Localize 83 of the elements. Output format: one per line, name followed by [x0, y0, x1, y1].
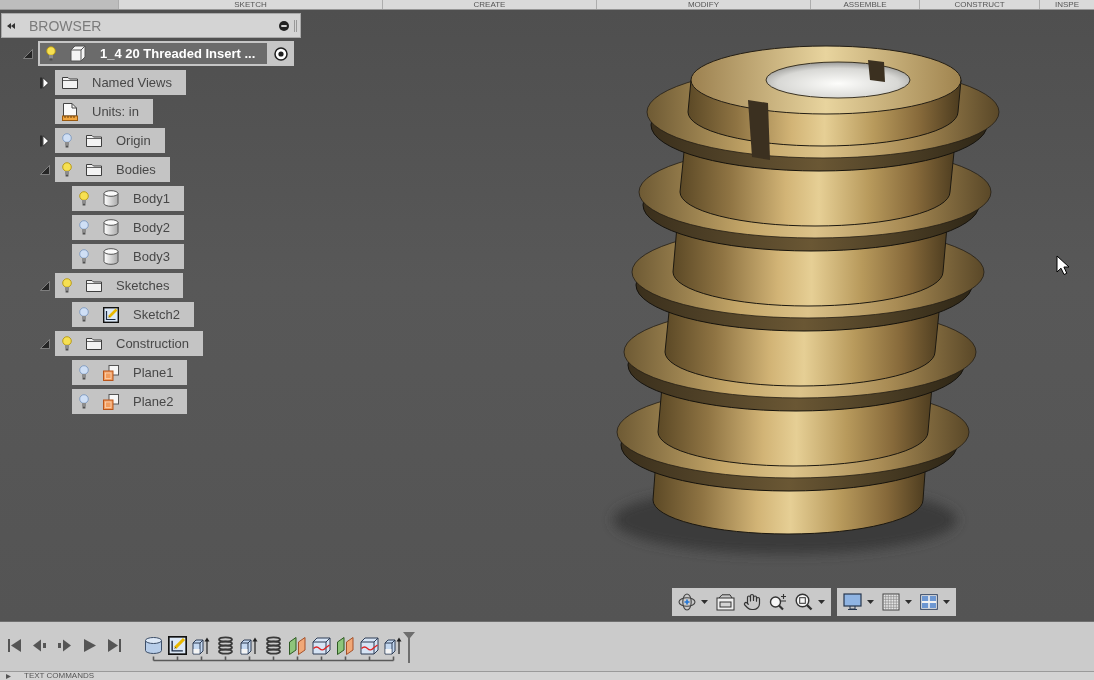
timeline-marker[interactable]	[403, 632, 415, 663]
lightbulb-icon[interactable]	[79, 307, 89, 322]
menu-tab[interactable]: MODIFY	[596, 0, 810, 9]
radio-icon[interactable]	[274, 46, 289, 61]
caret-icon[interactable]	[905, 600, 912, 604]
double-triangle-icon[interactable]	[7, 22, 15, 29]
tree-item[interactable]: Bodies	[55, 157, 170, 182]
box-arrow-icon[interactable]	[384, 636, 403, 655]
monitor-icon[interactable]	[843, 593, 862, 611]
split-panels-icon[interactable]	[288, 636, 307, 655]
menu-tab[interactable]: SKETCH	[118, 0, 382, 9]
split-panels-icon[interactable]	[336, 636, 355, 655]
wave-box-icon[interactable]	[360, 636, 379, 655]
grip-icon[interactable]	[294, 19, 297, 32]
tree-item[interactable]: Body2	[72, 215, 184, 240]
lightbulb-icon[interactable]	[79, 394, 89, 409]
folder-icon	[62, 76, 78, 89]
lightbulb-icon[interactable]	[79, 220, 89, 235]
zoom-fit-icon[interactable]	[795, 593, 813, 611]
play-icon[interactable]	[83, 639, 96, 652]
folder-icon	[86, 337, 102, 350]
lightbulb-icon[interactable]	[62, 162, 72, 177]
grid-icon[interactable]	[882, 593, 900, 611]
box-arrow-icon[interactable]	[192, 636, 211, 655]
tray-icon[interactable]	[716, 593, 735, 611]
box-arrow-icon[interactable]	[240, 636, 259, 655]
tree-item[interactable]: Sketch2	[72, 302, 194, 327]
browser-title: BROWSER	[29, 17, 102, 34]
tree-item[interactable]: Sketches	[55, 273, 184, 298]
caret-icon[interactable]	[701, 600, 708, 604]
spring-icon[interactable]	[216, 636, 235, 655]
cylinder-icon	[103, 248, 119, 265]
lightbulb-icon[interactable]	[79, 365, 89, 380]
expand-arrow-icon[interactable]	[40, 76, 49, 89]
pencil-icon[interactable]	[168, 636, 187, 655]
tree-item[interactable]: 1_4 20 Threaded Insert ...	[40, 43, 268, 64]
skip-forward-icon[interactable]	[108, 639, 121, 652]
orbit-icon[interactable]	[678, 593, 696, 611]
step-back-icon[interactable]	[33, 639, 46, 652]
overlapping-squares-icon	[103, 364, 119, 381]
menu-tab[interactable]: CONSTRUCT	[919, 0, 1039, 9]
ruler-document-icon	[62, 102, 78, 121]
tree-item[interactable]: Origin	[55, 128, 165, 153]
tree-item[interactable]: Plane2	[72, 389, 188, 414]
tree-item[interactable]: Named Views	[55, 70, 186, 95]
tree-item[interactable]: Units: in	[55, 99, 153, 124]
cylinder-icon[interactable]	[144, 636, 163, 655]
menu-tab[interactable]: ASSEMBLE	[810, 0, 919, 9]
cylinder-icon	[103, 219, 119, 236]
lightbulb-icon[interactable]	[62, 336, 72, 351]
caret-icon[interactable]	[867, 600, 874, 604]
lightbulb-icon[interactable]	[79, 249, 89, 264]
spring-icon[interactable]	[264, 636, 283, 655]
tree-item[interactable]: Plane1	[72, 360, 188, 385]
caret-icon[interactable]	[818, 600, 825, 604]
cursor-icon	[1056, 255, 1070, 276]
skip-back-icon[interactable]	[8, 639, 21, 652]
four-panes-icon[interactable]	[920, 594, 938, 610]
folder-icon	[86, 134, 102, 147]
tree-item[interactable]: Construction	[55, 331, 203, 356]
tree-item[interactable]: Body1	[72, 186, 184, 211]
cylinder-icon	[103, 190, 119, 207]
menu-tab[interactable]: CREATE	[382, 0, 596, 9]
folder-icon	[86, 279, 102, 292]
cube-icon	[70, 45, 86, 62]
triangle-icon[interactable]	[6, 673, 11, 679]
wave-box-icon[interactable]	[312, 636, 331, 655]
tree-item[interactable]: Body3	[72, 244, 184, 269]
command-label: TEXT COMMANDS	[24, 672, 95, 680]
caret-icon[interactable]	[943, 600, 950, 604]
step-forward-icon[interactable]	[58, 639, 71, 652]
minus-circle-icon[interactable]	[279, 20, 289, 31]
overlapping-squares-icon	[103, 393, 119, 410]
lightbulb-icon[interactable]	[79, 191, 89, 206]
zoom-icon[interactable]	[769, 593, 787, 611]
menu-tab[interactable]: INSPE	[1039, 0, 1094, 9]
hand-icon[interactable]	[743, 593, 761, 611]
folder-icon	[86, 163, 102, 176]
lightbulb-icon[interactable]	[62, 133, 72, 148]
pencil-icon	[103, 306, 119, 323]
expand-arrow-icon[interactable]	[40, 134, 49, 147]
lightbulb-icon[interactable]	[62, 278, 72, 293]
lightbulb-icon[interactable]	[46, 46, 56, 61]
